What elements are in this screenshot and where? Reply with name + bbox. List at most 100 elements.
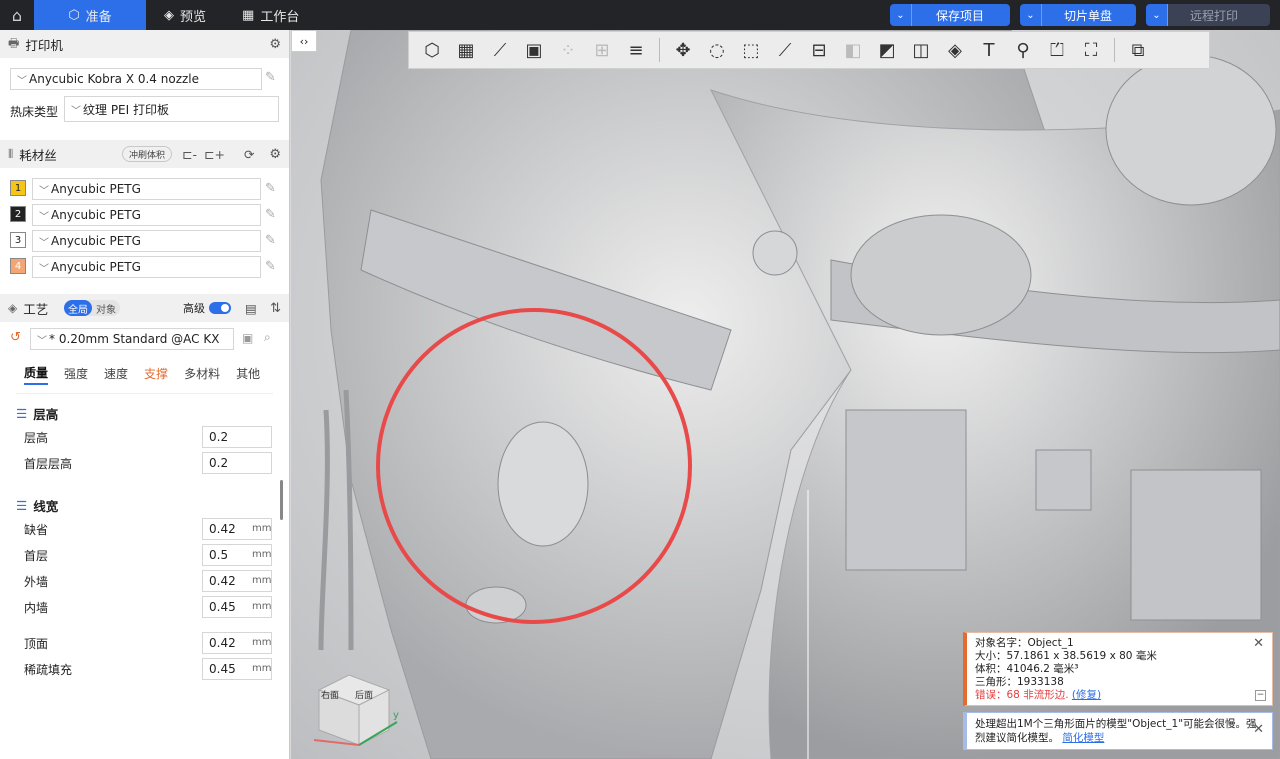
process-subtab[interactable]: 强度 [64,365,88,384]
chevron-down-icon: ﹀ [39,263,49,275]
rotate-icon[interactable]: ◌ [700,35,734,65]
filament-select[interactable]: ﹀ Anycubic PETG [32,230,261,252]
chevron-down-icon[interactable]: ⌄ [1020,4,1042,26]
cut-icon[interactable]: ⊟ [802,35,836,65]
layers-list-icon[interactable]: ≡ [619,35,653,65]
process-subtab[interactable]: 质量 [24,364,49,385]
minimize-icon[interactable]: − [1255,690,1266,701]
move-icon[interactable]: ✥ [666,35,700,65]
param-row: 顶面 0.42 mm [0,630,289,656]
filament-select[interactable]: ﹀ Anycubic PETG [32,256,261,278]
support-paint-icon[interactable]: ◩ [870,35,904,65]
scale-icon[interactable]: ⬚ [734,35,768,65]
auto-orient-icon[interactable]: ⟋ [483,35,517,65]
simplify-link[interactable]: 简化模型 [1062,732,1104,744]
plugin-icon[interactable]: ⧉ [1121,35,1155,65]
save-icon[interactable]: ▣ [242,331,253,345]
color-paint-icon[interactable]: ◈ [938,35,972,65]
param-row: 内墙 0.45 mm [0,594,289,620]
param-row: 缺省 0.42 mm [0,516,289,542]
filament-select[interactable]: ﹀ Anycubic PETG [32,178,261,200]
printer-title: 打印机 [25,37,63,53]
remote-print-button[interactable]: ⌄ 远程打印 [1145,4,1270,26]
tab-workbench[interactable]: ▦ 工作台 [224,0,317,30]
add-object-icon[interactable]: ⬡ [415,35,449,65]
measure-icon[interactable]: ⚲ [1006,35,1040,65]
axis-y-label: y [393,710,399,721]
param-row: 首层 0.5 mm [0,542,289,568]
filament-color-badge[interactable]: 1 [10,180,26,196]
assembly-icon[interactable]: ⏍ [1040,35,1074,65]
process-subtab[interactable]: 支撑 [144,365,168,384]
split-objects-icon[interactable]: ⁘ [551,35,585,65]
remove-filament-icon[interactable]: ⊏- [182,147,197,162]
slice-plate-button[interactable]: ⌄ 切片单盘 [1019,4,1136,26]
filament-color-badge[interactable]: 4 [10,258,26,274]
scrollbar[interactable] [280,480,283,520]
simplify-notice: 处理超出1M个三角形面片的模型"Object_1"可能会很慢。强烈建议简化模型。… [963,712,1273,750]
printer-section-header: 🖶 打印机 ⚙ [0,30,289,58]
printer-select[interactable]: ﹀ Anycubic Kobra X 0.4 nozzle [10,68,262,90]
bed-type-select[interactable]: ﹀ 纹理 PEI 打印板 [64,96,279,122]
advanced-toggle[interactable] [209,302,231,314]
filament-color-badge[interactable]: 2 [10,206,26,222]
text-icon[interactable]: T [972,35,1006,65]
filament-row: 4 ﹀ Anycubic PETG ✎ [0,254,289,280]
collapse-panel-button[interactable]: ‹› [291,30,317,52]
param-input[interactable]: 0.2 [202,452,272,474]
close-icon[interactable]: ✕ [1253,637,1264,650]
cube-face-right[interactable]: 右面 [321,688,339,701]
switch-icon[interactable]: ⇅ [270,301,281,316]
split-parts-icon[interactable]: ⊞ [585,35,619,65]
cube-face-back[interactable]: 后面 [355,688,373,701]
compare-icon[interactable]: ▤ [245,301,257,316]
scope-global[interactable]: 全局 [64,300,92,316]
layer-rows: 层高 0.2 首层层高 0.2 [0,424,289,476]
tab-preview[interactable]: ◈ 预览 [146,0,224,30]
edit-icon[interactable]: ✎ [265,207,276,222]
param-input[interactable]: 0.2 [202,426,272,448]
edit-icon[interactable]: ✎ [265,70,276,85]
3d-viewport[interactable]: ‹› ⬡ ▦ ⟋ ▣ ⁘ ⊞ ≡ ✥ ◌ ⬚ ⟋ ⊟ ◧ ◩ ◫ ◈ T ⚲ ⏍… [291,30,1280,759]
settings-sliders-icon[interactable]: ⚙ [269,37,281,52]
edit-icon[interactable]: ✎ [265,233,276,248]
fit-icon[interactable]: ⛶ [1074,35,1108,65]
filament-sync-icon[interactable]: ⟳ [244,147,254,162]
filament-icon: ⦀ [8,146,14,161]
layer-height-group: ☰ 层高 [16,405,59,422]
repair-link[interactable]: (修复) [1072,689,1101,701]
chevron-down-icon[interactable]: ⌄ [1145,4,1168,26]
flush-volume-button[interactable]: 冲刷体积 [122,146,173,162]
process-subtab[interactable]: 速度 [104,365,128,384]
process-preset-select[interactable]: ﹀ * 0.20mm Standard @AC KX [30,328,234,350]
close-icon[interactable]: ✕ [1253,723,1264,737]
lay-on-face-icon[interactable]: ⟋ [768,35,802,65]
line-width-icon: ☰ [16,497,28,513]
filament-color-badge[interactable]: 3 [10,232,26,248]
edit-icon[interactable]: ✎ [265,259,276,274]
boolean-icon[interactable]: ◧ [836,35,870,65]
process-subtab[interactable]: 其他 [236,365,260,384]
left-panel: 🖶 打印机 ⚙ ﹀ Anycubic Kobra X 0.4 nozzle ✎ … [0,30,290,759]
filament-select[interactable]: ﹀ Anycubic PETG [32,204,261,226]
process-subtab[interactable]: 多材料 [184,365,220,384]
line-rows: 缺省 0.42 mm 首层 0.5 mm 外墙 0.42 mm 内墙 0.45 … [0,516,289,620]
arrange-icon[interactable]: ▣ [517,35,551,65]
search-icon[interactable]: ⌕ [264,330,271,345]
scope-object[interactable]: 对象 [92,301,120,316]
home-icon[interactable]: ⌂ [0,0,34,30]
tab-prepare[interactable]: ⬡ 准备 [34,0,146,30]
save-project-button[interactable]: ⌄ 保存项目 [889,4,1010,26]
scope-toggle[interactable]: 全局 对象 [64,300,120,316]
add-filament-icon[interactable]: ⊏+ [204,147,225,162]
chevron-down-icon[interactable]: ⌄ [890,4,912,26]
process-subtabs: 质量 强度 速度 支撑 多材料 其他 [0,362,289,386]
add-plate-icon[interactable]: ▦ [449,35,483,65]
edit-icon[interactable]: ✎ [265,181,276,196]
cube-icon: ⬡ [68,7,80,23]
settings-sliders-icon[interactable]: ⚙ [269,147,281,162]
reset-icon[interactable]: ↺ [10,330,21,345]
seam-paint-icon[interactable]: ◫ [904,35,938,65]
filament-section-header: ⦀ 耗材丝 冲刷体积 ⊏- ⊏+ ⟳ ⚙ [0,140,289,168]
view-cube[interactable]: 右面 后面 y [309,660,399,750]
